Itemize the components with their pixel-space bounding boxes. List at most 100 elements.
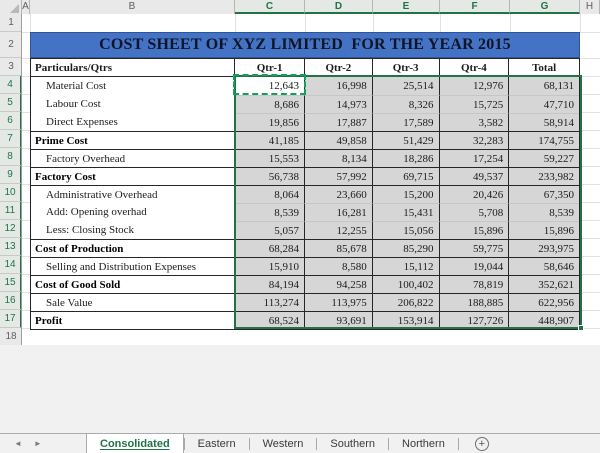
row-header-4[interactable]: 4 xyxy=(0,76,22,94)
column-header-C[interactable]: C xyxy=(235,0,305,14)
row-label[interactable]: Less: Closing Stock xyxy=(31,221,235,239)
active-cell-C4[interactable]: 12,643 xyxy=(235,77,305,95)
row-header-17[interactable]: 17 xyxy=(0,310,22,328)
row-header-6[interactable]: 6 xyxy=(0,112,22,130)
cell-value[interactable]: 94,258 xyxy=(305,275,373,293)
cell-value[interactable]: 12,255 xyxy=(305,221,373,239)
row-header-12[interactable]: 12 xyxy=(0,220,22,238)
cell-value[interactable]: 67,350 xyxy=(509,185,579,203)
cell-value[interactable]: 19,856 xyxy=(235,113,305,131)
sheet-tab-western[interactable]: Western xyxy=(250,434,317,453)
row-label[interactable]: Labour Cost xyxy=(31,95,235,113)
cell-value[interactable]: 153,914 xyxy=(373,311,440,329)
cell-value[interactable]: 41,185 xyxy=(235,131,305,149)
cell-value[interactable]: 15,896 xyxy=(509,221,579,239)
cell-value[interactable]: 5,708 xyxy=(440,203,510,221)
sheet-tab-southern[interactable]: Southern xyxy=(317,434,388,453)
cell-value[interactable]: 47,710 xyxy=(509,95,579,113)
row-header-15[interactable]: 15 xyxy=(0,274,22,292)
cell-value[interactable]: 15,431 xyxy=(373,203,440,221)
cell-value[interactable]: 23,660 xyxy=(305,185,373,203)
column-header-D[interactable]: D xyxy=(305,0,373,14)
sheet-tab-eastern[interactable]: Eastern xyxy=(185,434,249,453)
row-label[interactable]: Direct Expenses xyxy=(31,113,235,131)
cell-value[interactable]: 3,582 xyxy=(440,113,510,131)
row-label[interactable]: Selling and Distribution Expenses xyxy=(31,257,235,275)
table-header-Particulars/Qtrs[interactable]: Particulars/Qtrs xyxy=(31,59,235,77)
cell-value[interactable]: 19,044 xyxy=(440,257,510,275)
row-header-2[interactable]: 2 xyxy=(0,32,22,58)
row-label[interactable]: Profit xyxy=(31,311,235,329)
row-header-9[interactable]: 9 xyxy=(0,166,22,184)
cell-value[interactable]: 69,715 xyxy=(373,167,440,185)
cell-value[interactable]: 127,726 xyxy=(440,311,510,329)
cell-value[interactable]: 17,254 xyxy=(440,149,510,167)
cell-value[interactable]: 49,537 xyxy=(440,167,510,185)
cell-value[interactable]: 18,286 xyxy=(373,149,440,167)
cell-value[interactable]: 32,283 xyxy=(440,131,510,149)
cell-value[interactable]: 59,775 xyxy=(440,239,510,257)
row-label[interactable]: Cost of Good Sold xyxy=(31,275,235,293)
row-header-11[interactable]: 11 xyxy=(0,202,22,220)
row-header-5[interactable]: 5 xyxy=(0,94,22,112)
new-sheet-button[interactable]: + xyxy=(475,437,489,451)
row-header-16[interactable]: 16 xyxy=(0,292,22,310)
cell-value[interactable]: 58,914 xyxy=(509,113,579,131)
cell-value[interactable]: 12,976 xyxy=(440,77,510,95)
cell-value[interactable]: 100,402 xyxy=(373,275,440,293)
sheet-tab-consolidated[interactable]: Consolidated xyxy=(86,434,184,453)
cell-value[interactable]: 14,973 xyxy=(305,95,373,113)
row-header-1[interactable]: 1 xyxy=(0,14,22,32)
row-header-8[interactable]: 8 xyxy=(0,148,22,166)
cell-value[interactable]: 8,064 xyxy=(235,185,305,203)
cell-value[interactable]: 85,678 xyxy=(305,239,373,257)
cell-value[interactable]: 113,274 xyxy=(235,293,305,311)
cell-value[interactable]: 5,057 xyxy=(235,221,305,239)
cell-value[interactable]: 57,992 xyxy=(305,167,373,185)
row-header-7[interactable]: 7 xyxy=(0,130,22,148)
row-header-13[interactable]: 13 xyxy=(0,238,22,256)
table-header-Qtr-1[interactable]: Qtr-1 xyxy=(235,59,305,77)
column-header-F[interactable]: F xyxy=(440,0,510,14)
cell-value[interactable]: 15,910 xyxy=(235,257,305,275)
cell-value[interactable]: 622,956 xyxy=(509,293,579,311)
cell-value[interactable]: 8,134 xyxy=(305,149,373,167)
row-header-10[interactable]: 10 xyxy=(0,184,22,202)
cell-value[interactable]: 51,429 xyxy=(373,131,440,149)
cell-value[interactable]: 15,200 xyxy=(373,185,440,203)
title-merged-cell[interactable]: COST SHEET OF XYZ LIMITED FOR THE YEAR 2… xyxy=(30,32,580,58)
row-label[interactable]: Add: Opening overhad xyxy=(31,203,235,221)
cell-value[interactable]: 8,539 xyxy=(235,203,305,221)
cell-value[interactable]: 78,819 xyxy=(440,275,510,293)
cell-value[interactable]: 8,580 xyxy=(305,257,373,275)
cell-value[interactable]: 448,907 xyxy=(509,311,579,329)
cell-value[interactable]: 84,194 xyxy=(235,275,305,293)
column-header-H[interactable]: H xyxy=(580,0,600,14)
cell-value[interactable]: 174,755 xyxy=(509,131,579,149)
cell-value[interactable]: 206,822 xyxy=(373,293,440,311)
row-label[interactable]: Administrative Overhead xyxy=(31,185,235,203)
column-header-E[interactable]: E xyxy=(373,0,440,14)
cell-value[interactable]: 293,975 xyxy=(509,239,579,257)
column-header-B[interactable]: B xyxy=(30,0,235,14)
cell-value[interactable]: 15,896 xyxy=(440,221,510,239)
cell-value[interactable]: 15,553 xyxy=(235,149,305,167)
cost-table[interactable]: Particulars/QtrsQtr-1Qtr-2Qtr-3Qtr-4Tota… xyxy=(30,58,580,330)
cell-value[interactable]: 17,887 xyxy=(305,113,373,131)
table-header-Qtr-3[interactable]: Qtr-3 xyxy=(373,59,440,77)
cell-value[interactable]: 56,738 xyxy=(235,167,305,185)
row-label[interactable]: Sale Value xyxy=(31,293,235,311)
column-header-G[interactable]: G xyxy=(510,0,580,14)
cell-value[interactable]: 15,725 xyxy=(440,95,510,113)
cell-value[interactable]: 68,131 xyxy=(509,77,579,95)
cell-value[interactable]: 15,056 xyxy=(373,221,440,239)
cell-value[interactable]: 68,284 xyxy=(235,239,305,257)
cell-value[interactable]: 8,326 xyxy=(373,95,440,113)
cell-value[interactable]: 49,858 xyxy=(305,131,373,149)
cell-value[interactable]: 233,982 xyxy=(509,167,579,185)
cell-value[interactable]: 15,112 xyxy=(373,257,440,275)
cell-value[interactable]: 17,589 xyxy=(373,113,440,131)
row-label[interactable]: Factory Overhead xyxy=(31,149,235,167)
row-label[interactable]: Prime Cost xyxy=(31,131,235,149)
next-sheet-arrow-icon[interactable]: ► xyxy=(34,439,42,448)
